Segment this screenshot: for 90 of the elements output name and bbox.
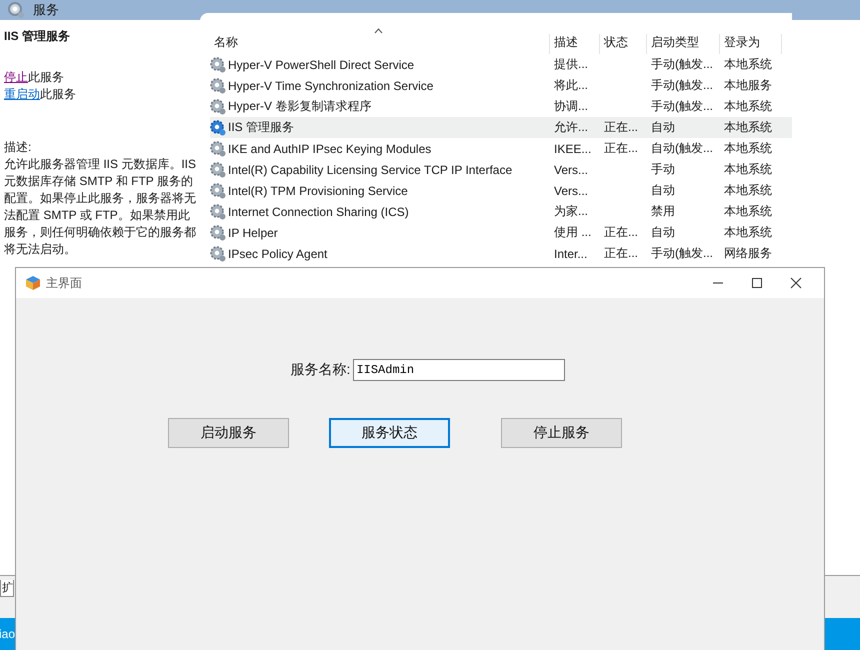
- table-cell: 本地系统: [724, 98, 772, 115]
- window-title: 服务: [33, 1, 59, 19]
- service-row[interactable]: IP Helper 使用 ... 正在... 自动 本地系统: [210, 222, 792, 243]
- action-button[interactable]: 停止服务: [501, 418, 622, 448]
- gear-icon: [210, 98, 226, 114]
- gear-icon: [210, 182, 226, 198]
- service-name: IIS 管理服务: [228, 119, 294, 136]
- service-row[interactable]: Intel(R) TPM Provisioning Service Vers... 自动 本地系统: [210, 180, 792, 201]
- field-label: 服务名称:: [290, 361, 350, 379]
- service-name: IPsec Policy Agent: [228, 246, 328, 260]
- service-row[interactable]: IPsec Policy Agent Inter... 正在... 手动(触发... 网络服务: [210, 243, 792, 264]
- action-text: 重启动此服务: [4, 86, 77, 103]
- gear-icon: [210, 224, 226, 240]
- table-cell: 为家...: [554, 203, 588, 220]
- table-cell: 本地系统: [724, 182, 772, 199]
- gear-icon: [7, 1, 25, 19]
- table-cell: 手动: [651, 161, 675, 178]
- table-cell: 本地系统: [724, 119, 772, 136]
- action-link[interactable]: 重启动: [4, 87, 40, 101]
- service-row[interactable]: Hyper-V PowerShell Direct Service 提供... 手动(触发... 本地系统: [210, 54, 792, 75]
- service-name: Intel(R) TPM Provisioning Service: [228, 184, 408, 198]
- table-cell: 自动: [651, 119, 675, 136]
- gear-icon: [210, 140, 226, 156]
- action-text: 停止此服务: [4, 69, 65, 86]
- table-cell: 手动(触发...: [651, 98, 713, 115]
- table-cell: 本地服务: [724, 77, 772, 94]
- service-row[interactable]: Hyper-V Time Synchronization Service 将此... 手动(触发... 本地服务: [210, 75, 792, 96]
- service-name: Hyper-V 卷影复制请求程序: [228, 98, 372, 115]
- sort-icon: [374, 28, 383, 34]
- gear-icon: [210, 78, 226, 94]
- table-cell: Vers...: [554, 162, 588, 176]
- table-cell: 正在...: [604, 140, 638, 157]
- close-icon[interactable]: [790, 277, 802, 289]
- service-heading: IIS 管理服务: [4, 28, 72, 45]
- service-row[interactable]: Hyper-V 卷影复制请求程序 协调... 手动(触发... 本地系统: [210, 96, 792, 117]
- table-cell: 将此...: [554, 77, 588, 94]
- tab[interactable]: 扩: [0, 580, 14, 597]
- table-cell: 网络服务: [724, 245, 772, 262]
- column-header[interactable]: 登录为: [720, 34, 782, 54]
- table-cell: 自动: [651, 224, 675, 241]
- service-name: Hyper-V PowerShell Direct Service: [228, 58, 414, 72]
- table-cell: 禁用: [651, 203, 675, 220]
- table-cell: 允许...: [554, 119, 588, 136]
- cube-icon: [25, 275, 41, 291]
- description-text: 允许此服务器管理 IIS 元数据库。IIS 元数据库存储 SMTP 和 FTP 服务的配置。如果停止此服务，服务器将无法配置 SMTP 或 FTP。如果禁用此服务，则任何明确依赖于它的服务都将无法启动。: [4, 156, 196, 258]
- gear-icon: [210, 246, 226, 262]
- column-header[interactable]: 启动类型: [647, 34, 720, 54]
- action-button[interactable]: 服务状态: [329, 418, 450, 448]
- service-name: Hyper-V Time Synchronization Service: [228, 78, 434, 92]
- gear-icon: [210, 204, 226, 220]
- service-name: IKE and AuthIP IPsec Keying Modules: [228, 142, 432, 156]
- table-cell: 手动(触发...: [651, 56, 713, 73]
- table-cell: Vers...: [554, 184, 588, 198]
- table-cell: 正在...: [604, 245, 638, 262]
- taskbar-text: iao: [0, 627, 16, 641]
- table-cell: 手动(触发...: [651, 245, 713, 262]
- input-field[interactable]: IISAdmin: [353, 359, 566, 381]
- table-cell: Inter...: [554, 246, 588, 260]
- table-cell: 本地系统: [724, 224, 772, 241]
- table-cell: IKEE...: [554, 142, 592, 156]
- service-row[interactable]: IIS 管理服务 允许... 正在... 自动 本地系统: [210, 117, 792, 138]
- table-cell: 手动(触发...: [651, 77, 713, 94]
- gear-icon: [210, 162, 226, 178]
- description-label: 描述:: [4, 139, 32, 156]
- table-cell: 正在...: [604, 119, 638, 136]
- service-row[interactable]: Intel(R) Capability Licensing Service TCP IP Interface Vers... 手动 本地系统: [210, 159, 792, 180]
- service-name: IP Helper: [228, 226, 278, 240]
- maximize-icon[interactable]: [751, 277, 763, 289]
- dialog-title: 主界面: [46, 274, 82, 292]
- column-header[interactable]: 描述: [550, 34, 600, 54]
- service-name: Internet Connection Sharing (ICS): [228, 204, 409, 218]
- table-cell: 提供...: [554, 56, 588, 73]
- table-cell: 使用 ...: [554, 224, 592, 241]
- action-link[interactable]: 停止: [4, 70, 28, 84]
- column-header[interactable]: 状态: [600, 34, 647, 54]
- table-cell: 本地系统: [724, 203, 772, 220]
- table-cell: 协调...: [554, 98, 588, 115]
- table-cell: 正在...: [604, 224, 638, 241]
- table-cell: 自动(触发...: [651, 140, 713, 157]
- service-row[interactable]: IKE and AuthIP IPsec Keying Modules IKEE... 正在... 自动(触发... 本地系统: [210, 138, 792, 159]
- column-header[interactable]: 名称: [210, 34, 550, 54]
- gear-icon: [210, 56, 226, 72]
- gear-icon: [210, 120, 226, 136]
- table-cell: 本地系统: [724, 161, 772, 178]
- table-cell: 本地系统: [724, 140, 772, 157]
- table-cell: 自动: [651, 182, 675, 199]
- action-button[interactable]: 启动服务: [168, 418, 289, 448]
- service-name: Intel(R) Capability Licensing Service TCP IP Interface: [228, 162, 512, 176]
- service-row[interactable]: Internet Connection Sharing (ICS) 为家... 禁用 本地系统: [210, 201, 792, 222]
- table-cell: 本地系统: [724, 56, 772, 73]
